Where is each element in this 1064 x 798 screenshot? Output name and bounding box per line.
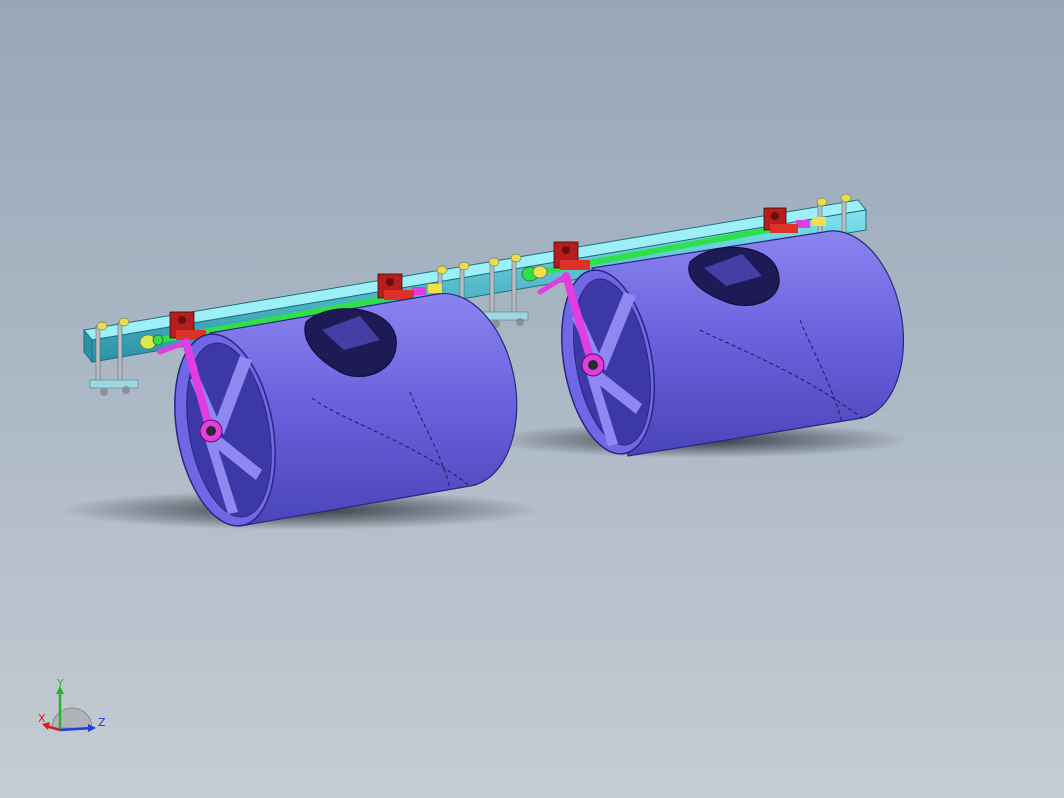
triad-z-label: Z: [98, 716, 106, 729]
cad-viewport[interactable]: Y Z X: [0, 0, 1064, 798]
triad-sphere: [51, 707, 93, 729]
triad-y-label: Y: [56, 677, 64, 690]
triad-x-label: X: [38, 712, 46, 725]
orientation-triad[interactable]: Y Z X: [30, 676, 114, 746]
assembly-view[interactable]: [0, 0, 1064, 798]
